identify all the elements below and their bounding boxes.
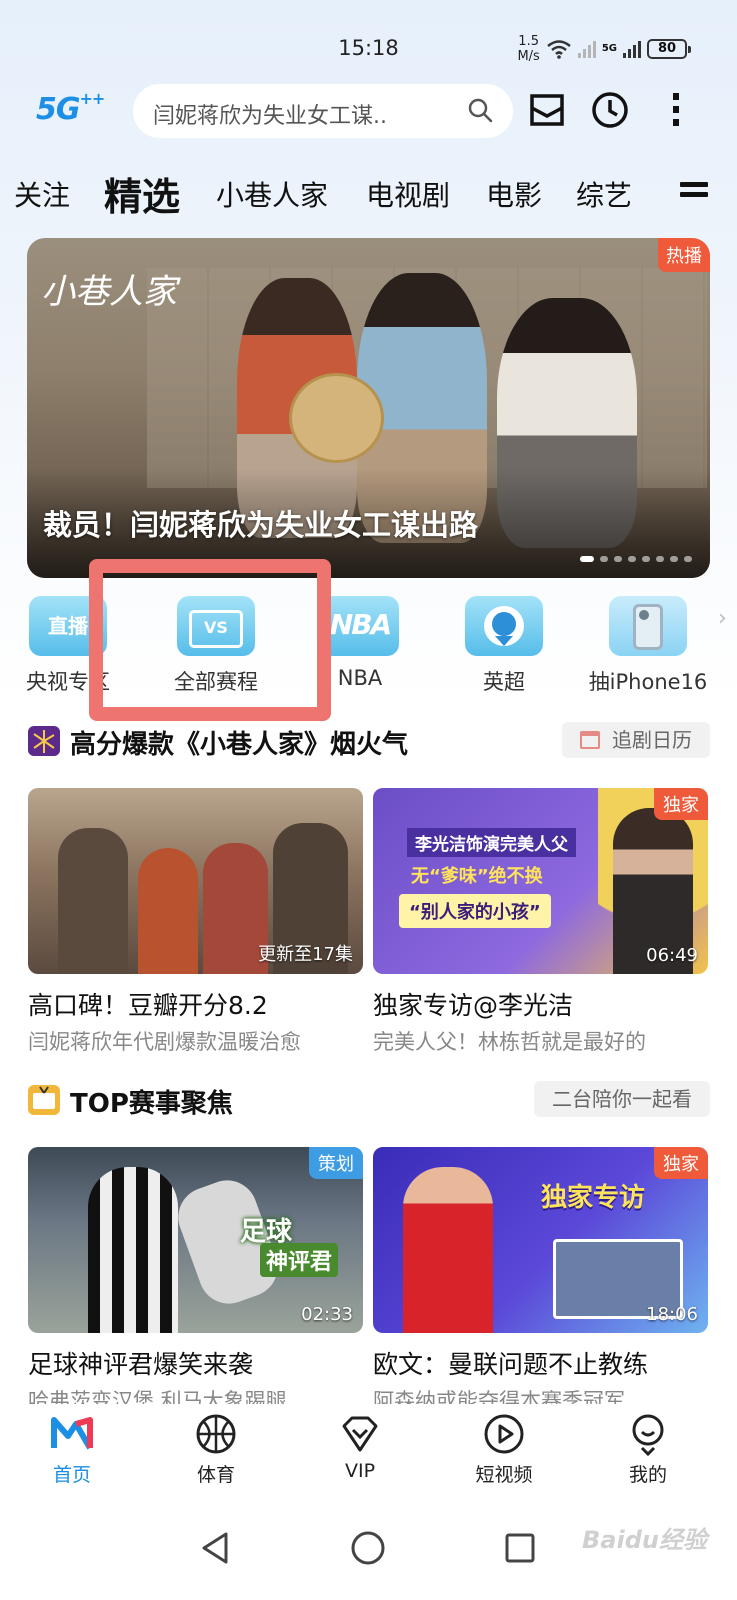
tab-tv-series[interactable]: 电视剧	[366, 174, 450, 214]
watch-together-button[interactable]: 二台陪你一起看	[534, 1081, 710, 1117]
video-card[interactable]: 足球 神评君 策划 02:33 足球神评君爆笑来袭 哈弗茨变汉堡 利马大象踢腿	[28, 1147, 363, 1415]
banner-page-dot[interactable]	[600, 556, 608, 562]
episode-status: 更新至17集	[258, 944, 353, 965]
video-thumbnail: 李光洁饰演完美人父 无“爹味”绝不换 “别人家的小孩” 独家 06:49	[373, 788, 708, 974]
tab-movies[interactable]: 电影	[486, 174, 542, 214]
hero-banner[interactable]: 小巷人家 热播 裁员！闫妮蒋欣为失业女工谋出路	[27, 238, 710, 578]
nav-sports[interactable]: 体育	[166, 1412, 266, 1487]
drama-calendar-button[interactable]: 追剧日历	[562, 722, 710, 758]
video-card[interactable]: 更新至17集 高口碑！豆瓣开分8.2 闫妮蒋欣年代剧爆款温暖治愈	[28, 788, 363, 1056]
show-logo-text: 小巷人家	[41, 272, 177, 312]
more-vertical-icon[interactable]	[656, 90, 696, 130]
section-header-xiaoxiang: 高分爆款《小巷人家》烟火气 追剧日历	[28, 722, 710, 762]
video-subtitle: 闫妮蒋欣年代剧爆款温暖治愈	[28, 1030, 301, 1054]
banner-page-dot[interactable]	[580, 556, 594, 562]
exclusive-badge: 独家	[654, 1147, 708, 1179]
video-title: 足球神评君爆笑来袭	[28, 1350, 254, 1379]
tab-variety[interactable]: 综艺	[576, 174, 632, 214]
inbox-icon[interactable]	[527, 90, 567, 130]
banner-page-dot[interactable]	[684, 556, 692, 562]
thumbnail-headline-2: 神评君	[260, 1243, 339, 1277]
banner-page-dot[interactable]	[642, 556, 650, 562]
tab-follow[interactable]: 关注	[14, 174, 70, 214]
home-logo-icon	[51, 1417, 93, 1450]
vip-diamond-icon	[342, 1416, 378, 1452]
section-title: TOP赛事聚焦	[70, 1089, 233, 1119]
hot-badge: 热播	[658, 238, 710, 272]
bottom-navigation: 首页 体育 VIP 短视频 我的	[0, 1404, 737, 1500]
basketball-icon	[196, 1414, 236, 1454]
nav-home[interactable]: 首页	[22, 1412, 122, 1487]
calendar-icon	[580, 731, 600, 749]
status-icons: 1.5 M/s 5G 80	[517, 34, 691, 64]
quick-entry-iphone-draw[interactable]: 抽iPhone16	[578, 596, 718, 696]
premier-league-lion-icon	[465, 596, 543, 656]
thumbnail-headline-3: “别人家的小孩”	[399, 894, 551, 928]
video-thumbnail: 足球 神评君 策划 02:33	[28, 1147, 363, 1333]
editorial-badge: 策划	[309, 1147, 363, 1179]
app-header: 5G++ 闫妮蒋欣为失业女工谋..	[0, 82, 737, 142]
profile-icon	[632, 1414, 664, 1456]
thumbnail-headline-1: 独家专访	[541, 1183, 646, 1213]
exclusive-badge: 独家	[654, 788, 708, 820]
tab-menu-icon[interactable]	[680, 182, 708, 204]
banner-page-dot[interactable]	[656, 556, 664, 562]
tab-featured[interactable]: 精选	[104, 166, 180, 221]
phone-gift-icon	[609, 596, 687, 656]
video-title: 独家专访@李光洁	[373, 991, 574, 1020]
banner-page-dot[interactable]	[614, 556, 622, 562]
video-title: 高口碑！豆瓣开分8.2	[28, 991, 268, 1020]
video-card[interactable]: 独家专访 独家 18:06 欧文：曼联问题不止教练 阿森纳或能夺得本赛季冠军	[373, 1147, 708, 1415]
firework-icon	[28, 726, 60, 756]
thumbnail-headline-1: 李光洁饰演完美人父	[407, 828, 576, 857]
signal-sim1-icon	[577, 40, 596, 58]
play-circle-icon	[484, 1414, 524, 1454]
5g-logo[interactable]: 5G++	[36, 89, 105, 127]
banner-caption: 裁员！闫妮蒋欣为失业女工谋出路	[43, 508, 479, 542]
search-bar[interactable]: 闫妮蒋欣为失业女工谋..	[133, 84, 513, 138]
nav-short-video[interactable]: 短视频	[454, 1412, 554, 1487]
network-speed: 1.5 M/s	[517, 34, 540, 64]
wifi-icon	[547, 40, 571, 59]
signal-sim2-icon	[623, 40, 641, 58]
chevron-right-icon[interactable]: ›	[718, 606, 727, 631]
quick-entry-premier-league[interactable]: 英超	[434, 596, 574, 696]
channel-tabs: 关注 精选 小巷人家 电视剧 电影 综艺	[0, 166, 737, 222]
nav-vip[interactable]: VIP	[310, 1412, 410, 1482]
video-card[interactable]: 李光洁饰演完美人父 无“爹味”绝不换 “别人家的小孩” 独家 06:49 独家专…	[373, 788, 708, 1056]
nav-profile[interactable]: 我的	[598, 1412, 698, 1487]
tv-icon	[28, 1085, 60, 1115]
section-header-top-events: TOP赛事聚焦 二台陪你一起看	[28, 1081, 710, 1121]
nba-icon: NBA	[321, 596, 399, 656]
fan-prop	[289, 373, 384, 463]
video-subtitle: 完美人父！林栋哲就是最好的	[373, 1030, 646, 1054]
home-circle-icon[interactable]	[348, 1528, 388, 1568]
tab-xiaoxiangrenjia[interactable]: 小巷人家	[216, 174, 328, 214]
highlight-annotation-box	[89, 559, 331, 721]
recents-square-icon[interactable]	[500, 1528, 540, 1568]
video-duration: 06:49	[646, 945, 698, 966]
banner-page-dot[interactable]	[670, 556, 678, 562]
network-type: 5G	[601, 43, 617, 54]
banner-page-dot[interactable]	[628, 556, 636, 562]
search-icon[interactable]	[467, 97, 493, 123]
battery-indicator: 80	[647, 39, 691, 59]
search-input[interactable]: 闫妮蒋欣为失业女工谋..	[153, 98, 387, 130]
video-thumbnail: 更新至17集	[28, 788, 363, 974]
thumbnail-headline-2: 无“爹味”绝不换	[411, 866, 543, 887]
baidu-watermark: Baidu经验	[582, 1526, 707, 1554]
history-clock-icon[interactable]	[590, 90, 630, 130]
video-duration: 02:33	[301, 1304, 353, 1325]
status-bar: 15:18 1.5 M/s 5G 80	[0, 30, 737, 70]
video-duration: 18:06	[646, 1304, 698, 1325]
section-title: 高分爆款《小巷人家》烟火气	[70, 730, 409, 760]
banner-page-indicator	[580, 556, 692, 562]
video-title: 欧文：曼联问题不止教练	[373, 1350, 649, 1379]
back-icon[interactable]	[196, 1528, 236, 1568]
video-thumbnail: 独家专访 独家 18:06	[373, 1147, 708, 1333]
